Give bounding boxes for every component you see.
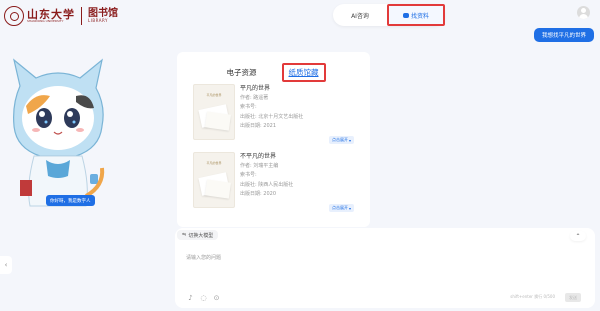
switch-model-label: 切换大模型	[188, 232, 214, 239]
chat-bubble-icon[interactable]: ◌	[200, 295, 207, 302]
chevron-up-icon: ⌃	[575, 232, 581, 240]
tab-print-collection[interactable]: 纸质馆藏	[281, 62, 326, 82]
resource-tabs: 电子资源 纸质馆藏	[177, 62, 370, 82]
switch-icon: ⇋	[182, 232, 187, 238]
tab-find-materials[interactable]: 找资料	[387, 4, 445, 26]
book-card[interactable]: 平凡的世界 平凡的世界 作者: 路遥著 索书号: 出版社: 北京十月文艺出版社 …	[193, 84, 354, 144]
expand-button[interactable]: 点击展开 ▾	[328, 204, 354, 212]
expand-button-label: 点击展开	[331, 205, 348, 210]
switch-model-button[interactable]: ⇋ 切换大模型	[177, 230, 219, 240]
book-cover: 平凡的世界	[193, 84, 235, 140]
chevron-down-icon: ▾	[348, 137, 351, 143]
book-title[interactable]: 平凡的世界	[240, 84, 303, 94]
book-date: 出版日期: 2021	[240, 123, 276, 129]
logo-divider	[81, 7, 82, 25]
chevron-down-icon: ▾	[348, 205, 351, 211]
tab-ai-consult-label: AI咨询	[351, 12, 369, 20]
book-call-number: 索书号:	[240, 104, 257, 110]
book-cover-title: 平凡的世界	[206, 93, 222, 97]
book-date: 出版日期: 2020	[240, 191, 276, 197]
book-publisher: 出版社: 陕西人民出版社	[240, 181, 294, 188]
tab-find-materials-label: 找资料	[410, 12, 429, 20]
mascot-greeting: 你好呀，我是数字人	[46, 195, 95, 206]
tab-ai-consult[interactable]: AI咨询	[333, 4, 387, 26]
book-info: 平凡的世界 作者: 路遥著 索书号: 出版社: 北京十月文艺出版社 出版日期: …	[240, 84, 303, 132]
results-panel: 电子资源 纸质馆藏 平凡的世界 平凡的世界 作者: 路遥著 索书号: 出版社: …	[177, 52, 370, 227]
expand-button-label: 点击展开	[331, 137, 348, 142]
library-name-en: LIBRARY	[88, 18, 108, 23]
send-button[interactable]: 发送	[565, 293, 581, 302]
book-author: 作者: 路遥著	[240, 94, 269, 101]
collapse-button[interactable]: ⌃	[570, 231, 586, 241]
chat-input-area: ⇋ 切换大模型 请输入您的问题 ♪ ◌ ⊙ shift+enter 换行 0/5…	[175, 228, 595, 308]
book-card[interactable]: 平凡的世界 不平凡的世界 作者: 刘瑞平主编 索书号: 出版社: 陕西人民出版社…	[193, 152, 354, 212]
attachment-icon[interactable]: ⊙	[213, 295, 220, 302]
tab-e-resources[interactable]: 电子资源	[222, 65, 262, 80]
input-tools: ♪ ◌ ⊙	[187, 295, 220, 302]
expand-button[interactable]: 点击展开 ▾	[328, 136, 354, 144]
chevron-left-icon: ‹	[4, 261, 8, 269]
book-info: 不平凡的世界 作者: 刘瑞平主编 索书号: 出版社: 陕西人民出版社 出版日期:…	[240, 152, 293, 200]
user-message-bubble: 我想找平凡的世界	[534, 28, 594, 42]
university-seal-icon	[4, 6, 24, 26]
user-avatar-icon[interactable]	[577, 6, 590, 19]
book-call-number: 索书号:	[240, 172, 257, 178]
char-count: shift+enter 换行 0/500	[510, 294, 555, 299]
mascot-cat-illustration	[13, 58, 105, 207]
book-cover: 平凡的世界	[193, 152, 235, 208]
chat-input[interactable]: 请输入您的问题	[186, 254, 221, 261]
book-publisher: 出版社: 北京十月文艺出版社	[240, 113, 304, 120]
mode-toggle: AI咨询 找资料	[333, 4, 445, 26]
book-cover-title: 平凡的世界	[206, 161, 222, 165]
library-logo: 山东大学 SHANDONG UNIVERSITY 图书馆 LIBRARY	[4, 6, 118, 26]
book-title[interactable]: 不平凡的世界	[240, 152, 293, 162]
book-author: 作者: 刘瑞平主编	[240, 162, 279, 169]
sidebar-toggle-button[interactable]: ‹	[0, 256, 12, 274]
microphone-icon[interactable]: ♪	[187, 295, 194, 302]
chat-icon	[402, 12, 409, 18]
university-name-en: SHANDONG UNIVERSITY	[27, 19, 64, 23]
